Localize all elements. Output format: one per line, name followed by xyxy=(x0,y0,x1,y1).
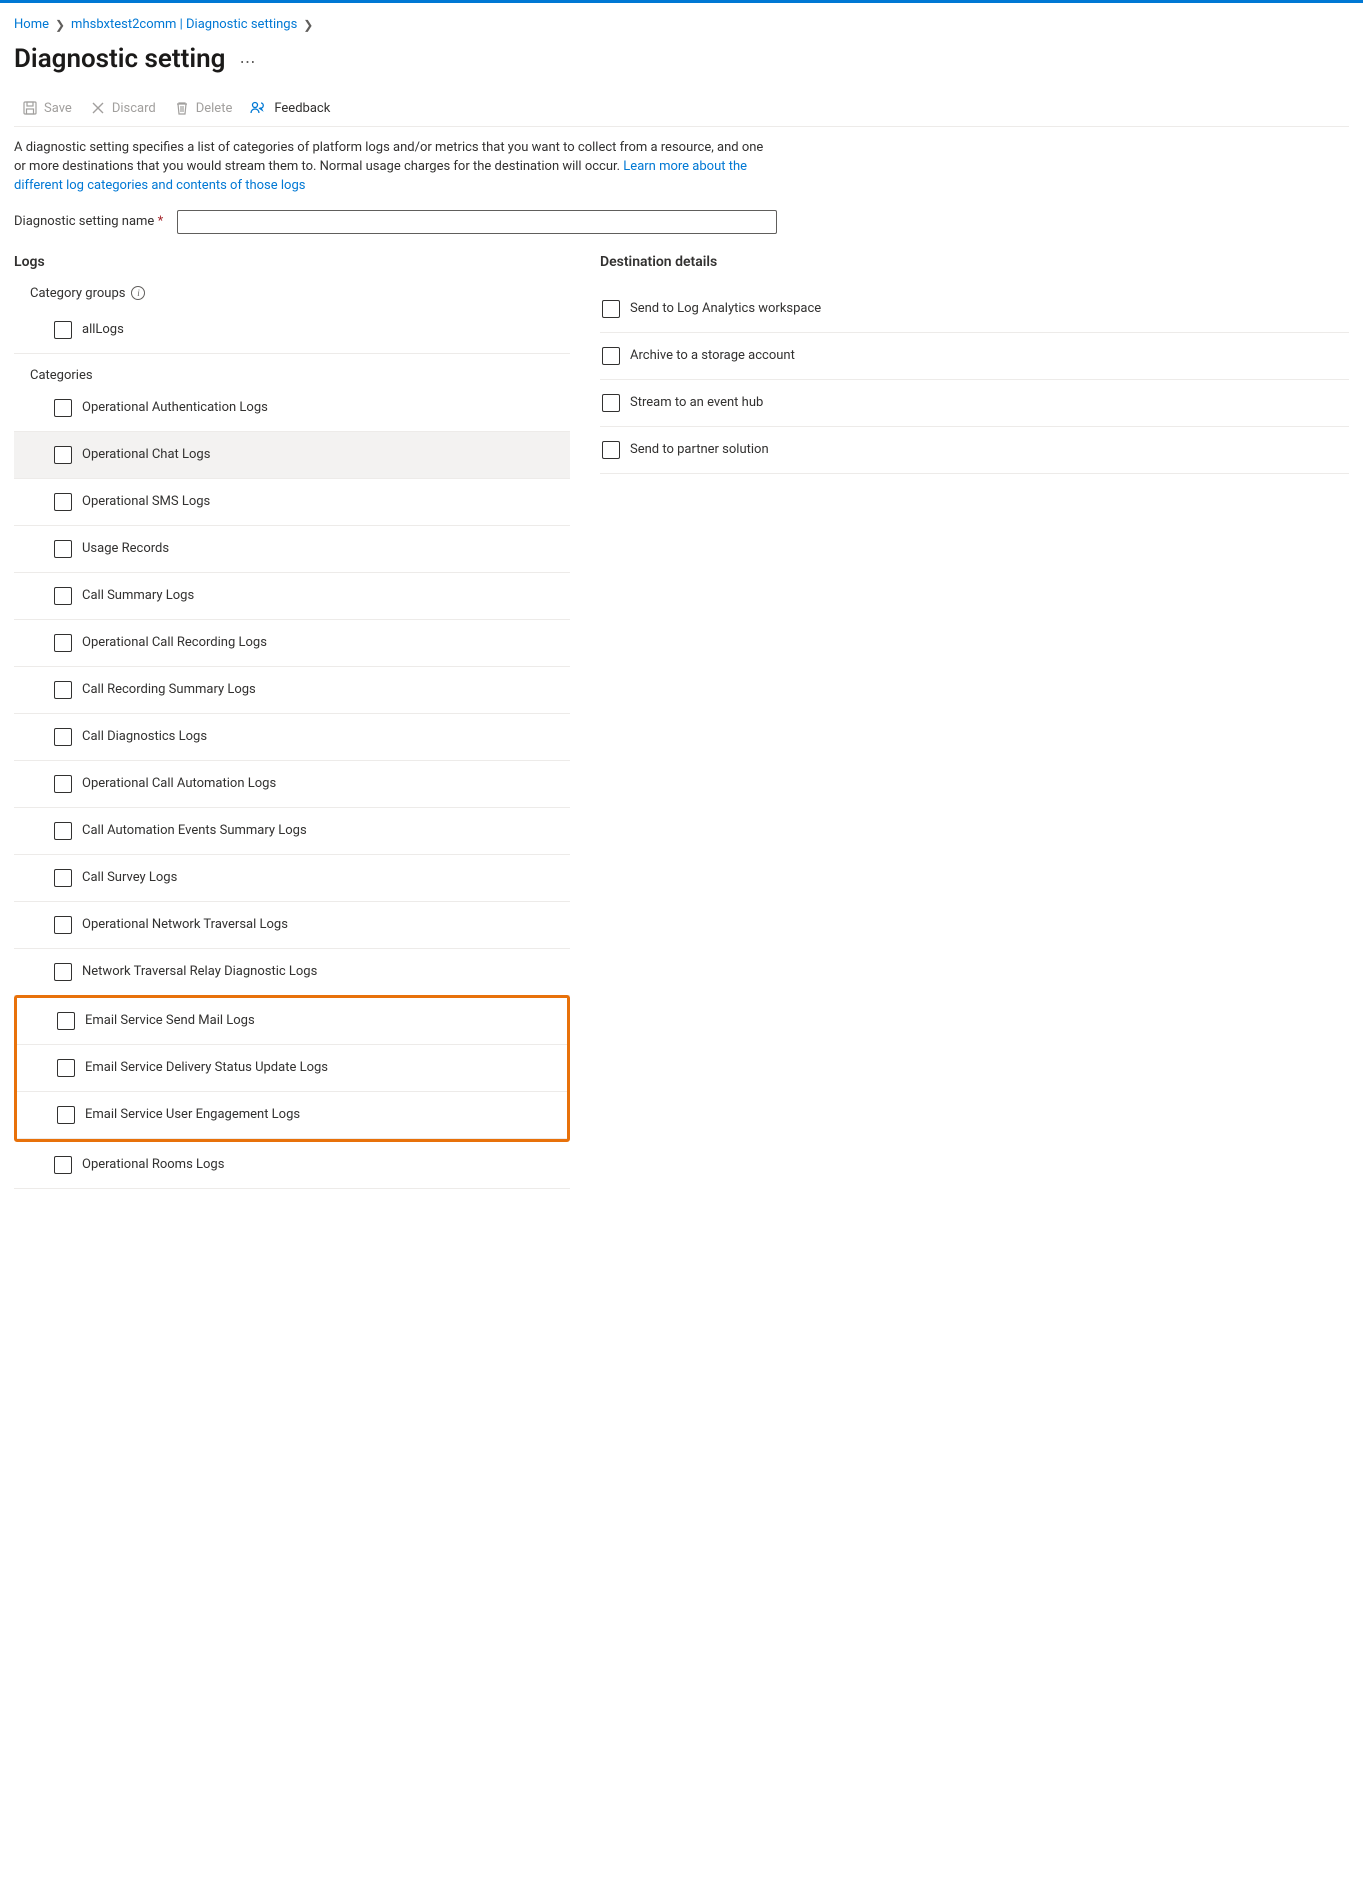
delete-button[interactable]: Delete xyxy=(174,100,233,116)
category-label: Call Survey Logs xyxy=(82,870,177,885)
categories-heading: Categories xyxy=(30,368,570,383)
destination-row[interactable]: Archive to a storage account xyxy=(600,333,1349,380)
category-label: Email Service Delivery Status Update Log… xyxy=(85,1060,328,1075)
category-row[interactable]: Email Service Send Mail Logs xyxy=(17,998,567,1045)
category-group-label: allLogs xyxy=(82,322,124,337)
category-row[interactable]: Call Summary Logs xyxy=(14,573,570,620)
category-label: Operational Network Traversal Logs xyxy=(82,917,288,932)
category-groups-heading: Category groups i xyxy=(30,286,570,301)
destination-row[interactable]: Stream to an event hub xyxy=(600,380,1349,427)
chevron-right-icon: ❯ xyxy=(303,18,313,32)
destination-checkbox[interactable] xyxy=(602,300,620,318)
category-checkbox[interactable] xyxy=(54,681,72,699)
save-icon xyxy=(22,100,38,116)
category-checkbox[interactable] xyxy=(54,399,72,417)
category-label: Network Traversal Relay Diagnostic Logs xyxy=(82,964,317,979)
category-label: Call Summary Logs xyxy=(82,588,194,603)
breadcrumb-resource[interactable]: mhsbxtest2comm | Diagnostic settings xyxy=(71,17,297,32)
intro-text: A diagnostic setting specifies a list of… xyxy=(14,139,774,196)
category-row[interactable]: Network Traversal Relay Diagnostic Logs xyxy=(14,949,570,996)
destinations-heading: Destination details xyxy=(600,254,1349,270)
destination-checkbox[interactable] xyxy=(602,347,620,365)
logs-heading: Logs xyxy=(14,254,570,270)
feedback-button[interactable]: Feedback xyxy=(250,100,330,116)
category-row[interactable]: Email Service User Engagement Logs xyxy=(17,1092,567,1139)
category-checkbox[interactable] xyxy=(57,1059,75,1077)
breadcrumb-home[interactable]: Home xyxy=(14,17,49,32)
category-checkbox[interactable] xyxy=(54,916,72,934)
highlighted-categories: Email Service Send Mail Logs Email Servic… xyxy=(14,995,570,1142)
category-row[interactable]: Operational Network Traversal Logs xyxy=(14,902,570,949)
diagnostic-setting-name-input[interactable] xyxy=(177,210,777,234)
category-row[interactable]: Operational Call Automation Logs xyxy=(14,761,570,808)
category-row[interactable]: Operational Call Recording Logs xyxy=(14,620,570,667)
destination-label: Stream to an event hub xyxy=(630,395,763,410)
trash-icon xyxy=(174,100,190,116)
destination-checkbox[interactable] xyxy=(602,441,620,459)
category-checkbox[interactable] xyxy=(54,728,72,746)
destination-row[interactable]: Send to Log Analytics workspace xyxy=(600,286,1349,333)
destination-label: Archive to a storage account xyxy=(630,348,795,363)
category-label: Email Service Send Mail Logs xyxy=(85,1013,255,1028)
category-group-row[interactable]: allLogs xyxy=(14,307,570,354)
category-label: Operational Call Recording Logs xyxy=(82,635,267,650)
category-label: Email Service User Engagement Logs xyxy=(85,1107,300,1122)
category-label: Call Automation Events Summary Logs xyxy=(82,823,307,838)
category-label: Operational Rooms Logs xyxy=(82,1157,224,1172)
category-checkbox[interactable] xyxy=(54,822,72,840)
page-title: Diagnostic setting xyxy=(14,44,225,74)
category-row[interactable]: Email Service Delivery Status Update Log… xyxy=(17,1045,567,1092)
category-row[interactable]: Call Survey Logs xyxy=(14,855,570,902)
category-label: Call Recording Summary Logs xyxy=(82,682,256,697)
name-label: Diagnostic setting name * xyxy=(14,214,163,229)
close-icon xyxy=(90,100,106,116)
info-icon[interactable]: i xyxy=(131,286,145,300)
category-checkbox[interactable] xyxy=(54,493,72,511)
category-checkbox[interactable] xyxy=(54,446,72,464)
destination-label: Send to Log Analytics workspace xyxy=(630,301,821,316)
category-row[interactable]: Call Recording Summary Logs xyxy=(14,667,570,714)
category-row[interactable]: Operational SMS Logs xyxy=(14,479,570,526)
category-label: Call Diagnostics Logs xyxy=(82,729,207,744)
category-checkbox[interactable] xyxy=(54,540,72,558)
category-checkbox[interactable] xyxy=(54,587,72,605)
category-checkbox[interactable] xyxy=(54,963,72,981)
discard-button[interactable]: Discard xyxy=(90,100,156,116)
category-label: Operational Call Automation Logs xyxy=(82,776,276,791)
destination-row[interactable]: Send to partner solution xyxy=(600,427,1349,474)
toolbar: Save Discard Delete Feedback xyxy=(14,82,1349,127)
category-group-checkbox[interactable] xyxy=(54,321,72,339)
category-row[interactable]: Call Diagnostics Logs xyxy=(14,714,570,761)
category-row[interactable]: Usage Records xyxy=(14,526,570,573)
breadcrumb: Home ❯ mhsbxtest2comm | Diagnostic setti… xyxy=(14,13,1349,40)
category-checkbox[interactable] xyxy=(57,1106,75,1124)
category-checkbox[interactable] xyxy=(57,1012,75,1030)
destination-checkbox[interactable] xyxy=(602,394,620,412)
category-label: Operational Authentication Logs xyxy=(82,400,268,415)
category-row[interactable]: Operational Chat Logs xyxy=(14,432,570,479)
chevron-right-icon: ❯ xyxy=(55,18,65,32)
save-button[interactable]: Save xyxy=(22,100,72,116)
more-actions-button[interactable]: ⋯ xyxy=(239,52,256,71)
category-row[interactable]: Operational Rooms Logs xyxy=(14,1142,570,1189)
category-checkbox[interactable] xyxy=(54,775,72,793)
destination-label: Send to partner solution xyxy=(630,442,769,457)
category-row[interactable]: Operational Authentication Logs xyxy=(14,385,570,432)
category-label: Usage Records xyxy=(82,541,169,556)
category-row[interactable]: Call Automation Events Summary Logs xyxy=(14,808,570,855)
category-checkbox[interactable] xyxy=(54,869,72,887)
category-label: Operational Chat Logs xyxy=(82,447,210,462)
category-checkbox[interactable] xyxy=(54,1156,72,1174)
category-checkbox[interactable] xyxy=(54,634,72,652)
feedback-icon xyxy=(250,100,268,116)
category-label: Operational SMS Logs xyxy=(82,494,210,509)
